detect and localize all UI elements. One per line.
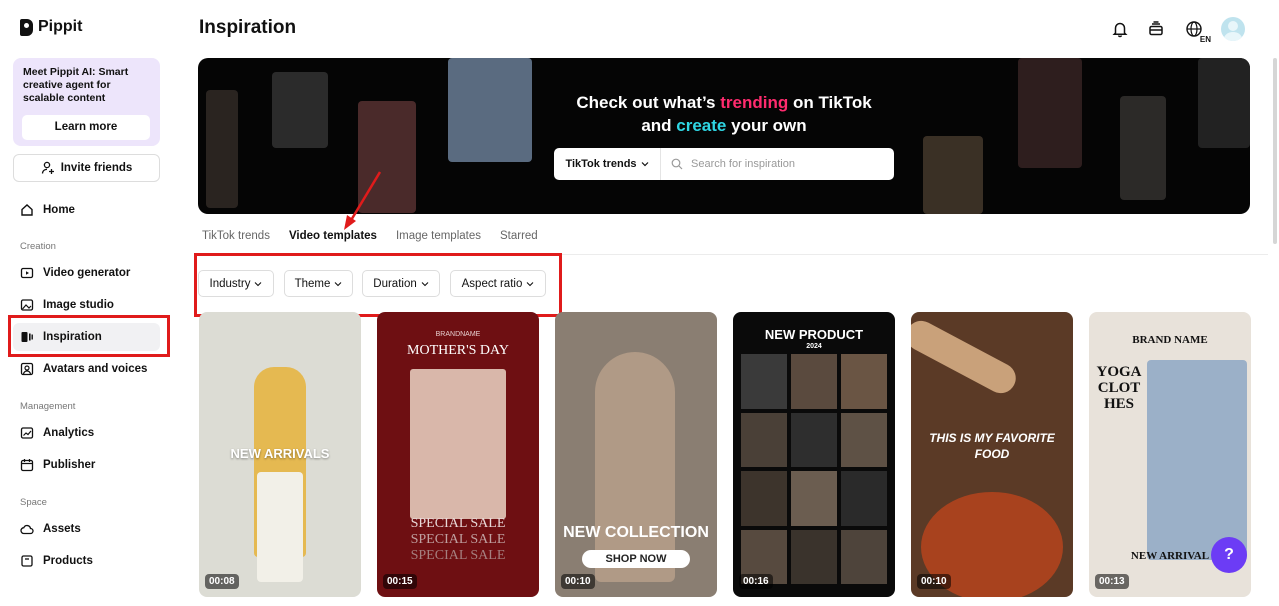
card-spoon-photo bbox=[911, 315, 1022, 399]
template-card[interactable]: NEW COLLECTION SHOP NOW 00:10 bbox=[555, 312, 717, 597]
section-label-creation: Creation bbox=[20, 241, 56, 252]
credits-wallet-icon[interactable] bbox=[1145, 18, 1167, 40]
headline-text: on TikTok bbox=[788, 93, 872, 112]
card-caption-top: BRAND NAME bbox=[1132, 334, 1208, 346]
card-photo bbox=[410, 369, 506, 519]
user-avatar[interactable] bbox=[1221, 17, 1245, 41]
sidebar-item-label: Analytics bbox=[43, 427, 95, 439]
sidebar-item-label: Home bbox=[43, 204, 75, 216]
card-duration: 00:15 bbox=[383, 574, 417, 589]
analytics-icon bbox=[20, 427, 34, 439]
headline-highlight-trending: trending bbox=[720, 93, 789, 112]
headline-text: your own bbox=[726, 116, 807, 135]
card-duration: 00:08 bbox=[205, 574, 239, 589]
promo-text: Meet Pippit AI: Smart creative agent for… bbox=[23, 66, 129, 104]
card-caption-bottom: SPECIAL SALE bbox=[410, 516, 506, 531]
search-source-select[interactable]: TikTok trends bbox=[554, 148, 661, 180]
add-user-icon bbox=[41, 161, 54, 174]
section-label-space: Space bbox=[20, 497, 47, 508]
language-code: EN bbox=[1199, 35, 1211, 44]
page-scrollbar[interactable] bbox=[1273, 58, 1277, 244]
headline-text: and bbox=[641, 116, 677, 135]
cloud-icon bbox=[20, 524, 34, 535]
search-input[interactable] bbox=[683, 148, 894, 180]
card-caption: MOTHER'S DAY bbox=[407, 343, 509, 358]
sidebar-item-video-generator[interactable]: Video generator bbox=[13, 259, 160, 287]
video-generator-icon bbox=[20, 267, 34, 279]
headline-text: Check out what’s bbox=[576, 93, 721, 112]
sidebar-item-label: Assets bbox=[43, 523, 81, 535]
card-duration: 00:16 bbox=[739, 574, 773, 589]
tab-image-templates[interactable]: Image templates bbox=[392, 230, 485, 246]
headline-highlight-create: create bbox=[676, 116, 727, 135]
card-figure bbox=[595, 352, 675, 582]
calendar-icon bbox=[20, 459, 34, 472]
card-duration: 00:10 bbox=[561, 574, 595, 589]
help-button[interactable]: ? bbox=[1211, 537, 1247, 573]
card-caption: YOGA CLOTHES bbox=[1096, 364, 1142, 412]
card-shop-now-badge: SHOP NOW bbox=[582, 550, 690, 568]
card-caption-top: 2024 bbox=[806, 343, 822, 350]
sidebar-item-assets[interactable]: Assets bbox=[13, 515, 160, 543]
card-duration: 00:13 bbox=[1095, 574, 1129, 589]
search-source-label: TikTok trends bbox=[565, 158, 637, 170]
invite-friends-label: Invite friends bbox=[60, 162, 133, 174]
tab-starred[interactable]: Starred bbox=[496, 230, 542, 246]
highlight-box-filters bbox=[194, 253, 562, 317]
template-card[interactable]: THIS IS MY FAVORITE FOOD 00:10 bbox=[911, 312, 1073, 597]
sidebar-item-label: Products bbox=[43, 555, 93, 567]
chevron-down-icon bbox=[641, 162, 648, 167]
image-studio-icon bbox=[20, 299, 34, 311]
highlight-box-inspiration bbox=[8, 315, 170, 357]
card-duration: 00:10 bbox=[917, 574, 951, 589]
card-caption: NEW ARRIVALS bbox=[230, 446, 330, 461]
sidebar-item-label: Image studio bbox=[43, 299, 114, 311]
sidebar-item-products[interactable]: Products bbox=[13, 547, 160, 575]
card-caption: THIS IS MY FAVORITE FOOD bbox=[929, 431, 1055, 461]
card-caption: NEW COLLECTION bbox=[563, 524, 709, 541]
card-caption-top: BRANDNAME bbox=[435, 331, 481, 338]
pippit-logo-icon bbox=[20, 18, 33, 36]
inspiration-search: TikTok trends bbox=[554, 148, 894, 180]
card-photo bbox=[1147, 360, 1247, 560]
top-bar-actions: EN bbox=[1109, 17, 1245, 44]
page-title: Inspiration bbox=[199, 17, 297, 38]
card-caption-bottom-echo: SPECIAL SALE bbox=[410, 532, 506, 547]
sidebar-item-home[interactable]: Home bbox=[13, 196, 160, 224]
help-question-icon: ? bbox=[1224, 546, 1234, 563]
sidebar-item-avatars-and-voices[interactable]: Avatars and voices bbox=[13, 355, 160, 383]
annotation-arrow-icon bbox=[344, 171, 382, 230]
notifications-bell-icon[interactable] bbox=[1109, 18, 1131, 40]
section-label-management: Management bbox=[20, 401, 76, 412]
card-photo-grid bbox=[741, 354, 887, 584]
avatar-icon bbox=[20, 362, 34, 376]
promo-card: Meet Pippit AI: Smart creative agent for… bbox=[13, 58, 160, 146]
tab-tiktok-trends[interactable]: TikTok trends bbox=[198, 230, 274, 246]
banner-thumbnail bbox=[923, 136, 983, 214]
template-card[interactable]: NEW PRODUCT 2024 00:16 bbox=[733, 312, 895, 597]
home-icon bbox=[21, 204, 33, 216]
sidebar-item-label: Avatars and voices bbox=[43, 363, 148, 375]
card-caption-bottom-echo: SPECIAL SALE bbox=[410, 548, 506, 563]
card-figure bbox=[257, 472, 303, 582]
sidebar-item-label: Publisher bbox=[43, 459, 96, 471]
search-icon bbox=[671, 158, 683, 170]
learn-more-button[interactable]: Learn more bbox=[22, 115, 150, 140]
sidebar-item-label: Video generator bbox=[43, 267, 131, 279]
product-box-icon bbox=[21, 555, 33, 567]
invite-friends-button[interactable]: Invite friends bbox=[13, 154, 160, 182]
banner-headline: Check out what’s trending on TikTok and … bbox=[198, 91, 1250, 137]
template-card[interactable]: NEW ARRIVALS 00:08 bbox=[199, 312, 361, 597]
sidebar-item-publisher[interactable]: Publisher bbox=[13, 451, 160, 479]
app-name: Pippit bbox=[38, 18, 83, 35]
sidebar-item-analytics[interactable]: Analytics bbox=[13, 419, 160, 447]
language-globe-icon[interactable]: EN bbox=[1181, 18, 1211, 44]
app-logo[interactable]: Pippit bbox=[20, 18, 82, 36]
card-caption: NEW PRODUCT bbox=[764, 327, 864, 342]
sidebar: Pippit Meet Pippit AI: Smart creative ag… bbox=[0, 0, 176, 606]
template-card[interactable]: BRANDNAME MOTHER'S DAY SPECIAL SALE SPEC… bbox=[377, 312, 539, 597]
